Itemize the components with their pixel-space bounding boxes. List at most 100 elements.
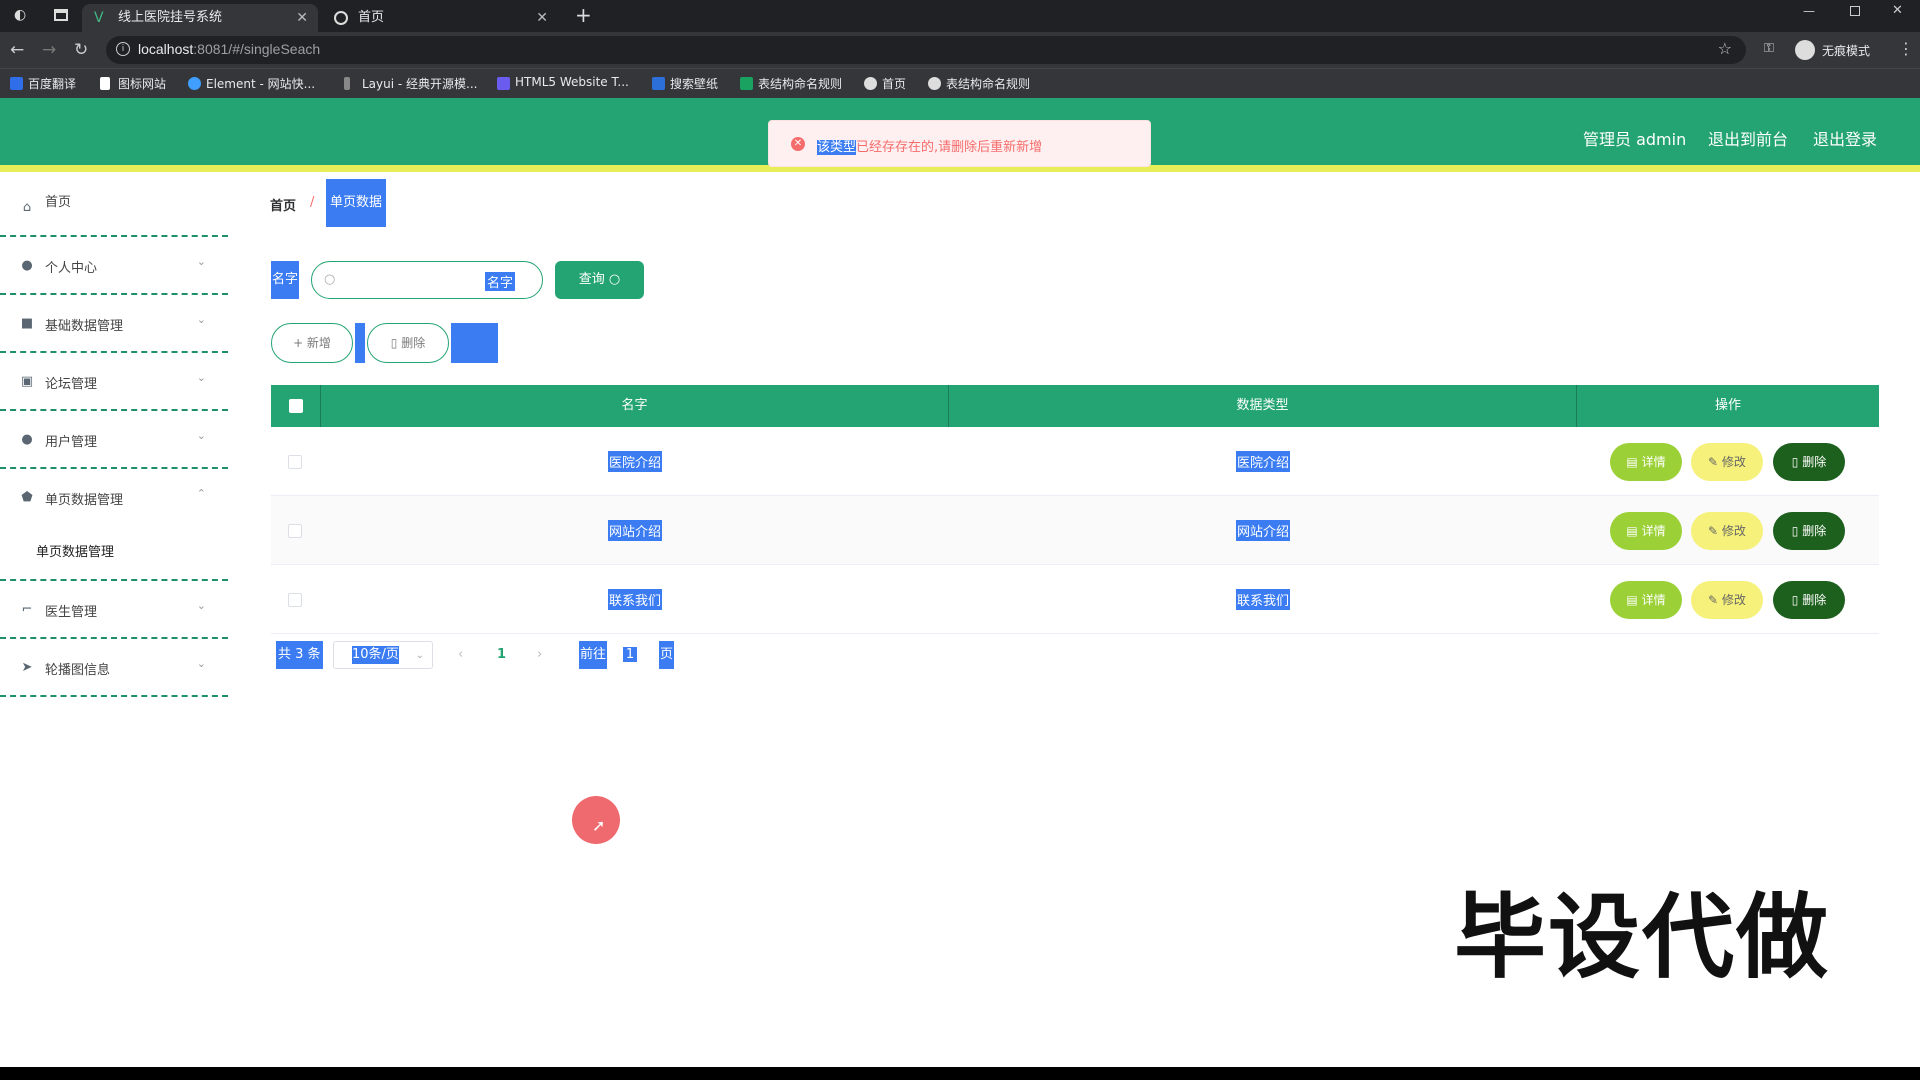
info-icon[interactable]: i — [116, 42, 130, 56]
home-icon: ⌂ — [22, 200, 32, 215]
sidebar-item-carousel[interactable]: ➤ 轮播图信息 ⌄ — [0, 639, 228, 697]
col-name: 名字 — [321, 385, 949, 427]
browser-tab-strip: ◐ V 线上医院挂号系统 ✕ 首页 ✕ + — ✕ — [0, 0, 1920, 32]
bookmark-item[interactable]: 表结构命名规则 — [740, 75, 842, 92]
edit-button[interactable]: ✎ 修改 — [1691, 443, 1763, 481]
send-icon: ➤ — [21, 660, 33, 675]
sidebar-subitem-single-page[interactable]: 单页数据管理 — [36, 541, 114, 560]
bookmark-label: 表结构命名规则 — [946, 77, 1031, 91]
bookmark-item[interactable]: Element - 网站快... — [188, 75, 315, 92]
select-all-checkbox[interactable] — [289, 399, 303, 413]
close-tab-icon[interactable]: ✕ — [296, 4, 308, 32]
breadcrumb-current: 单页数据 — [326, 179, 386, 227]
detail-button[interactable]: ▤ 详情 — [1610, 512, 1682, 550]
chevron-down-icon: ⌄ — [196, 255, 206, 268]
bookmark-item[interactable]: 表结构命名规则 — [928, 75, 1030, 92]
back-to-front-link[interactable]: 退出到前台 — [1708, 126, 1788, 150]
sidebar-item-label: 首页 — [45, 195, 72, 210]
breadcrumb-home[interactable]: 首页 — [270, 195, 296, 214]
close-tab-icon[interactable]: ✕ — [536, 4, 548, 32]
url-path: :8081/#/singleSeach — [193, 41, 321, 57]
sidebar-item-label: 个人中心 — [45, 261, 98, 276]
bookmarks-bar: 百度翻译 图标网站 Element - 网站快... Layui - 经典开源模… — [0, 68, 1920, 98]
row-checkbox[interactable] — [288, 455, 302, 469]
sidebar-item-single-page[interactable]: ⬟ 单页数据管理 ⌃ 单页数据管理 — [0, 469, 228, 581]
current-page[interactable]: 1 — [497, 641, 506, 669]
video-icon: ■ — [20, 316, 34, 331]
delete-button[interactable]: ▯ 删除 — [1773, 581, 1845, 619]
reload-icon[interactable]: ↻ — [74, 40, 88, 60]
tab-list-icon[interactable] — [54, 9, 68, 21]
browser-menu-icon[interactable]: ◐ — [14, 7, 26, 23]
sheet-icon — [740, 77, 753, 90]
shield-icon: ⬟ — [21, 490, 33, 505]
cell-type: 医院介绍 — [1235, 451, 1291, 472]
back-icon[interactable]: ← — [10, 40, 24, 60]
sidebar-item-users[interactable]: ● 用户管理 ⌄ — [0, 411, 228, 469]
chevron-down-icon: ⌄ — [415, 650, 424, 661]
minimize-icon[interactable]: — — [1803, 4, 1815, 18]
vue-favicon-icon: V — [94, 10, 104, 26]
delete-label: 删除 — [1802, 455, 1827, 469]
menu-dots-icon[interactable]: ⋮ — [1898, 39, 1914, 58]
sidebar-item-home[interactable]: ⌂ 首页 — [0, 179, 228, 237]
page-size-value: 10条/页 — [352, 646, 399, 664]
col-type: 数据类型 — [949, 385, 1577, 427]
delete-button[interactable]: ▯ 删除 — [1773, 512, 1845, 550]
delete-button[interactable]: ▯ 删除 — [1773, 443, 1845, 481]
new-tab-button[interactable]: + — [575, 3, 592, 27]
delete-batch-button[interactable]: ▯ 删除 — [367, 323, 449, 363]
table-row: 网站介绍 网站介绍 ▤ 详情 ✎ 修改 ▯ 删除 — [271, 496, 1879, 565]
crop-icon: ⌐ — [21, 602, 33, 617]
col-actions: 操作 — [1714, 398, 1741, 413]
tab-inactive[interactable]: 首页 ✕ — [322, 4, 558, 32]
bookmark-item[interactable]: HTML5 Website T... — [497, 75, 629, 90]
detail-button[interactable]: ▤ 详情 — [1610, 581, 1682, 619]
key-icon[interactable]: ⚿ — [1764, 41, 1774, 56]
bookmark-label: HTML5 Website T... — [515, 75, 629, 89]
goto-value: 1 — [622, 647, 638, 662]
url-field[interactable]: i localhost:8081/#/singleSeach ☆ — [106, 36, 1746, 64]
tab-active[interactable]: V 线上医院挂号系统 ✕ — [82, 4, 318, 32]
bookmark-item[interactable]: 首页 — [864, 75, 906, 92]
bookmark-item[interactable]: Layui - 经典开源模... — [344, 75, 477, 92]
table-row: 医院介绍 医院介绍 ▤ 详情 ✎ 修改 ▯ 删除 — [271, 427, 1879, 496]
logout-link[interactable]: 退出登录 — [1813, 126, 1877, 150]
row-checkbox[interactable] — [288, 593, 302, 607]
edit-button[interactable]: ✎ 修改 — [1691, 512, 1763, 550]
sidebar-item-basic-data[interactable]: ■ 基础数据管理 ⌄ — [0, 295, 228, 353]
restore-icon[interactable] — [1850, 6, 1860, 16]
table-row: 联系我们 联系我们 ▤ 详情 ✎ 修改 ▯ 删除 — [271, 565, 1879, 634]
add-button[interactable]: + 新增 — [271, 323, 353, 363]
sidebar-item-forum[interactable]: ▣ 论坛管理 ⌄ — [0, 353, 228, 411]
next-page-icon[interactable]: › — [537, 641, 542, 669]
bookmark-label: 表结构命名规则 — [758, 77, 843, 91]
star-icon[interactable]: ☆ — [1718, 39, 1732, 58]
prev-page-icon[interactable]: ‹ — [458, 641, 463, 669]
tab-title: 首页 — [358, 10, 385, 25]
delete-label: 删除 — [401, 336, 426, 350]
incognito-label[interactable]: 无痕模式 — [1822, 42, 1870, 59]
detail-button[interactable]: ▤ 详情 — [1610, 443, 1682, 481]
forward-icon[interactable]: → — [42, 40, 56, 60]
query-button[interactable]: 查询 ○ — [555, 261, 644, 299]
detail-label: 详情 — [1641, 524, 1666, 538]
incognito-icon[interactable] — [1795, 40, 1815, 60]
edit-label: 修改 — [1721, 593, 1746, 607]
goto-input[interactable]: 1 — [615, 641, 645, 669]
bookmark-item[interactable]: 百度翻译 — [10, 75, 76, 92]
row-checkbox[interactable] — [288, 524, 302, 538]
delete-label: 删除 — [1802, 593, 1827, 607]
bookmark-label: 首页 — [882, 77, 907, 91]
bookmark-item[interactable]: 搜索壁纸 — [652, 75, 718, 92]
close-window-icon[interactable]: ✕ — [1892, 3, 1903, 18]
search-input[interactable]: ○ 名字 — [311, 261, 543, 299]
sidebar-item-profile[interactable]: ● 个人中心 ⌄ — [0, 237, 228, 295]
sidebar-item-label: 用户管理 — [45, 435, 98, 450]
sidebar-item-doctors[interactable]: ⌐ 医生管理 ⌄ — [0, 581, 228, 639]
page-size-select[interactable]: 10条/页 ⌄ — [333, 641, 433, 669]
bookmark-item[interactable]: 图标网站 — [100, 75, 166, 92]
select-all-cell — [271, 385, 321, 427]
url-text: localhost:8081/#/singleSeach — [138, 41, 320, 57]
edit-button[interactable]: ✎ 修改 — [1691, 581, 1763, 619]
